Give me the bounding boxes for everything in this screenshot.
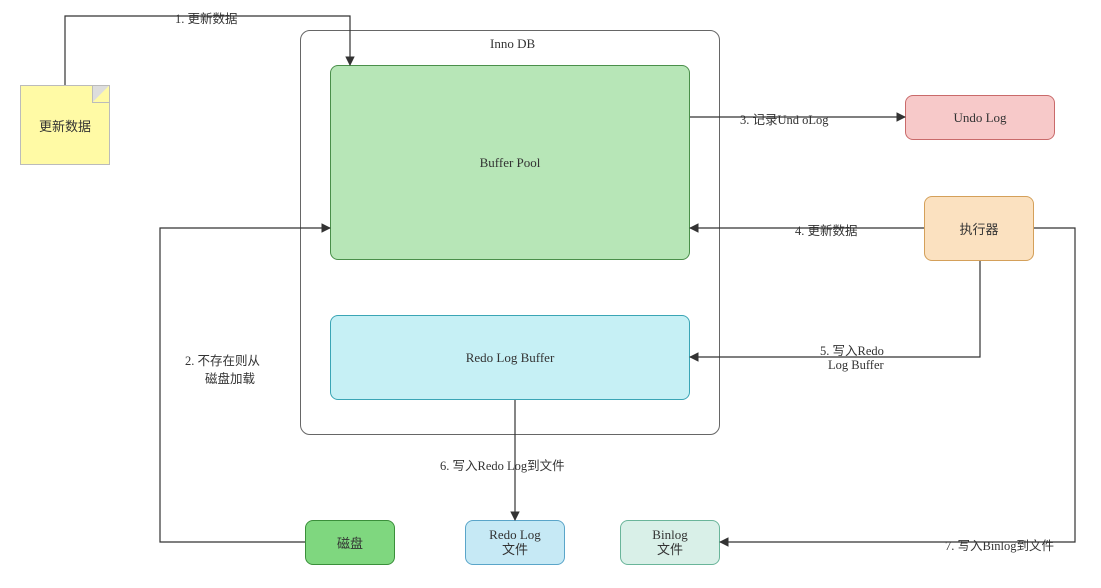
disk-box: 磁盘 (305, 520, 395, 565)
edge-2-label-b: 磁盘加载 (205, 368, 255, 387)
undo-log-box: Undo Log (905, 95, 1055, 140)
update-data-note-label: 更新数据 (39, 116, 91, 135)
edge-2-label-a: 2. 不存在则从 (185, 350, 260, 369)
edge-7-label: 7. 写入Binlog到文件 (945, 535, 1054, 554)
edge-3-label: 3. 记录Und oLog (740, 109, 829, 128)
executor-box: 执行器 (924, 196, 1034, 261)
innodb-label: Inno DB (490, 36, 535, 52)
edge-5-label-a: 5. 写入Redo (820, 340, 884, 359)
binlog-file-sublabel: 文件 (657, 543, 683, 558)
buffer-pool-label: Buffer Pool (480, 155, 541, 171)
diagram-canvas: Inno DB Buffer Pool Redo Log Buffer 更新数据… (0, 0, 1101, 588)
binlog-file-label: Binlog (652, 528, 687, 543)
edge-5-label-b: Log Buffer (828, 358, 884, 373)
disk-label: 磁盘 (337, 533, 363, 552)
redo-log-buffer-box: Redo Log Buffer (330, 315, 690, 400)
binlog-file-box: Binlog 文件 (620, 520, 720, 565)
undo-log-label: Undo Log (953, 110, 1006, 126)
redo-log-file-sublabel: 文件 (502, 543, 528, 558)
redo-log-file-label: Redo Log (489, 528, 541, 543)
edge-7-arrow (720, 228, 1075, 542)
buffer-pool-box: Buffer Pool (330, 65, 690, 260)
executor-label: 执行器 (959, 219, 998, 238)
update-data-note: 更新数据 (20, 85, 110, 165)
edge-4-label: 4. 更新数据 (795, 220, 858, 239)
edge-6-label: 6. 写入Redo Log到文件 (440, 455, 565, 474)
redo-log-file-box: Redo Log 文件 (465, 520, 565, 565)
redo-log-buffer-label: Redo Log Buffer (466, 350, 555, 366)
edge-1-label: 1. 更新数据 (175, 8, 238, 27)
